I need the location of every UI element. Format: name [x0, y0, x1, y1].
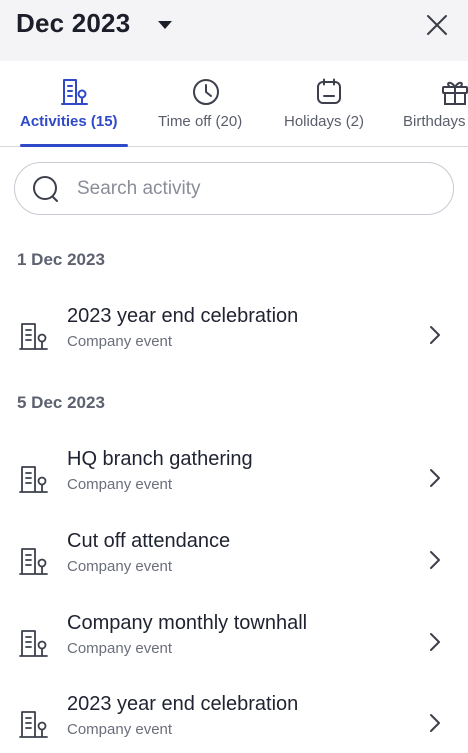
top-bar: Dec 2023: [0, 0, 468, 61]
activity-title: Cut off attendance: [67, 530, 231, 552]
building-icon: [19, 711, 48, 738]
tab-birthdays[interactable]: Birthdays: [392, 61, 468, 148]
tab-time-off[interactable]: Time off (20): [150, 61, 264, 148]
tab-label: Time off (20): [158, 113, 243, 130]
tab-label: Holidays (2): [284, 113, 365, 130]
date-header: 5 Dec 2023: [17, 393, 105, 412]
building-icon: [19, 630, 48, 657]
gift-icon: [442, 81, 468, 105]
activity-row[interactable]: HQ branch gathering Company event: [0, 448, 468, 520]
activity-title: Company monthly townhall: [67, 612, 308, 634]
activity-row[interactable]: 2023 year end celebration Company event: [0, 305, 468, 377]
activity-title: HQ branch gathering: [67, 448, 253, 470]
tab-holidays[interactable]: Holidays (2): [276, 61, 380, 148]
calendar-icon: [317, 78, 341, 104]
chevron-right-icon[interactable]: [428, 713, 442, 733]
activity-type: Company event: [67, 476, 173, 493]
tab-activities[interactable]: Activities (15): [0, 61, 140, 148]
activity-title: 2023 year end celebration: [67, 305, 299, 327]
chevron-right-icon[interactable]: [428, 468, 442, 488]
active-tab-indicator: [20, 144, 128, 147]
close-icon[interactable]: [424, 12, 450, 38]
search-input[interactable]: [77, 171, 437, 207]
activity-row[interactable]: 2023 year end celebration Company event: [0, 693, 468, 753]
activity-type: Company event: [67, 721, 173, 738]
tab-bar: Activities (15) Time off (20) Holidays (…: [0, 61, 468, 148]
building-icon: [61, 79, 88, 105]
building-icon: [19, 466, 48, 493]
caret-down-icon[interactable]: [156, 19, 174, 31]
building-icon: [19, 548, 48, 575]
date-header: 1 Dec 2023: [17, 250, 105, 269]
activity-type: Company event: [67, 558, 173, 575]
activity-type: Company event: [67, 333, 173, 350]
search-icon: [33, 176, 58, 202]
activity-row[interactable]: Company monthly townhall Company event: [0, 612, 468, 684]
chevron-right-icon[interactable]: [428, 632, 442, 652]
building-icon: [19, 323, 48, 350]
month-title[interactable]: Dec 2023: [16, 8, 130, 39]
clock-icon: [193, 79, 219, 105]
activity-row[interactable]: Cut off attendance Company event: [0, 530, 468, 602]
activity-title: 2023 year end celebration: [67, 693, 299, 715]
tab-label: Activities (15): [20, 113, 118, 130]
search-box[interactable]: [14, 162, 454, 215]
tab-label: Birthdays: [403, 113, 466, 130]
chevron-right-icon[interactable]: [428, 325, 442, 345]
activity-type: Company event: [67, 640, 173, 657]
chevron-right-icon[interactable]: [428, 550, 442, 570]
